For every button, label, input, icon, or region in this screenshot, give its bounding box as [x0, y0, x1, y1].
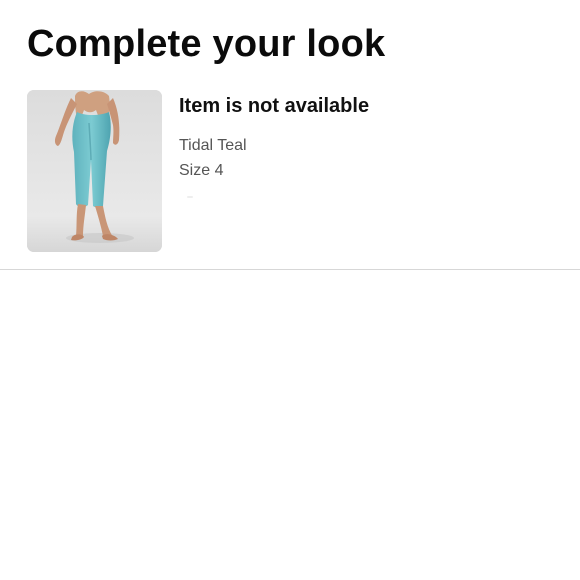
product-image[interactable] [27, 90, 162, 252]
availability-message: Item is not available [179, 95, 370, 117]
section-divider [0, 269, 580, 270]
section-title: Complete your look [27, 23, 386, 65]
product-size: Size 4 [179, 162, 224, 179]
product-colour: Tidal Teal [179, 137, 247, 154]
unavailable-product-card: Item is not available Tidal Teal Size 4 [27, 90, 567, 253]
product-image-illustration [27, 90, 162, 252]
loading-indicator [187, 196, 193, 198]
complete-your-look-page: Complete your look Item is not available… [0, 0, 580, 580]
